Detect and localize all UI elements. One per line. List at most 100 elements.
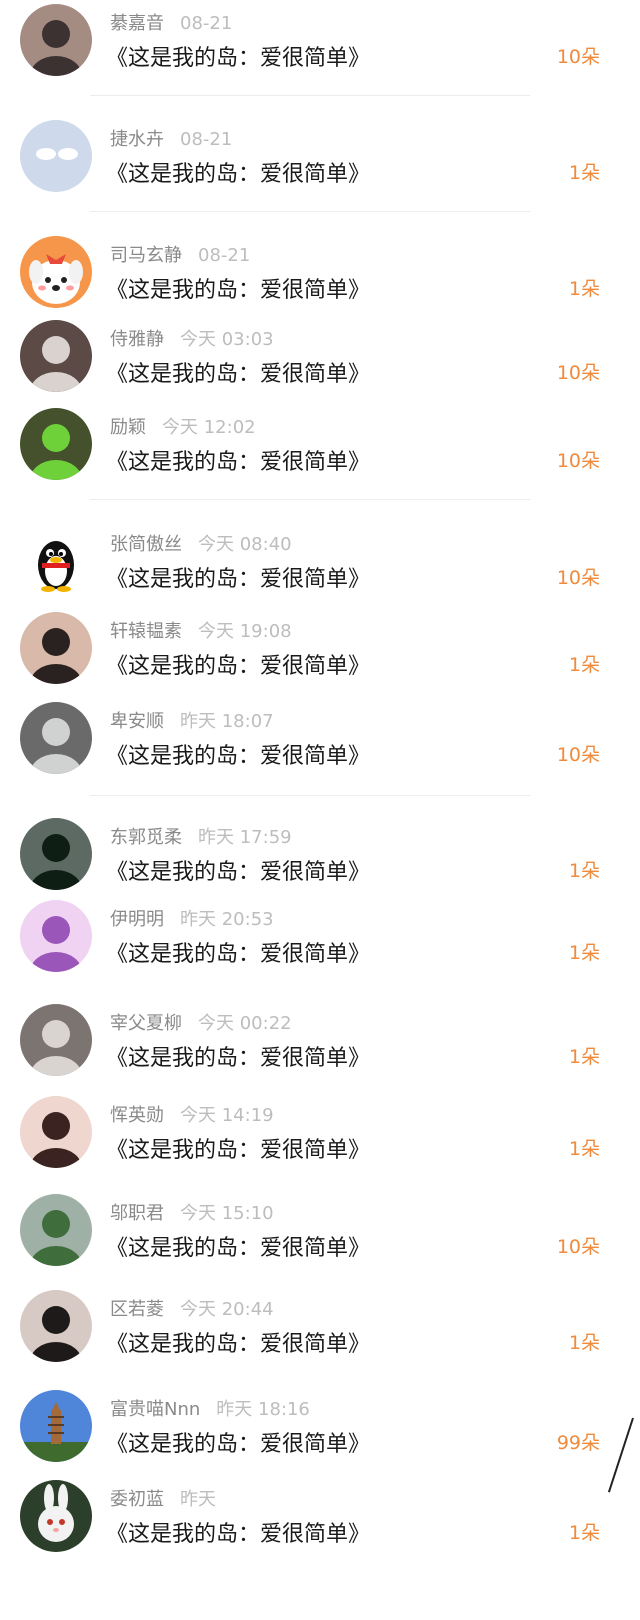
avatar[interactable] [20,236,92,308]
user-name-text: 区若菱 [110,1299,164,1320]
timestamp: 08-21 [180,129,233,150]
book-title[interactable]: 《这是我的岛：爱很简单》 [106,1132,370,1164]
avatar[interactable] [20,1290,92,1362]
avatar[interactable] [20,120,92,192]
user-name[interactable]: 委初蓝 昨天 [110,1485,216,1511]
flower-count: 1朵 [568,654,600,676]
user-name[interactable]: 富贵喵Nnn 昨天 18:16 [110,1395,310,1421]
user-name[interactable]: 侍雅静 今天 03:03 [110,325,274,351]
avatar[interactable] [20,702,92,774]
list-item[interactable]: 宰父夏柳 今天 00:22 《这是我的岛：爱很简单》 1朵 [0,1004,640,1088]
timestamp: 昨天 18:07 [180,711,274,732]
list-item[interactable]: 轩辕韫素 今天 19:08 《这是我的岛：爱很简单》 1朵 [0,612,640,696]
book-title[interactable]: 《这是我的岛：爱很简单》 [106,561,370,593]
timestamp: 昨天 18:16 [216,1399,310,1420]
book-title[interactable]: 《这是我的岛：爱很简单》 [106,936,370,968]
user-name[interactable]: 东郭觅柔 昨天 17:59 [110,823,292,849]
list-item[interactable]: 励颖 今天 12:02 《这是我的岛：爱很简单》 10朵 [0,408,640,492]
list-item[interactable]: 司马玄静 08-21 《这是我的岛：爱很简单》 1朵 [0,236,640,320]
timestamp: 08-21 [198,245,251,266]
book-title[interactable]: 《这是我的岛：爱很简单》 [106,1326,370,1358]
avatar[interactable] [20,900,92,972]
user-name-text: 綦嘉音 [110,13,164,34]
timestamp: 今天 14:19 [180,1105,274,1126]
flower-count: 10朵 [556,362,600,384]
flower-count: 10朵 [556,46,600,68]
user-name[interactable]: 恽英勋 今天 14:19 [110,1101,274,1127]
list-item[interactable]: 委初蓝 昨天 《这是我的岛：爱很简单》 1朵 [0,1480,640,1564]
list-item[interactable]: 綦嘉音 08-21 《这是我的岛：爱很简单》 10朵 [0,4,640,88]
book-title[interactable]: 《这是我的岛：爱很简单》 [106,1230,370,1262]
book-title[interactable]: 《这是我的岛：爱很简单》 [106,356,370,388]
user-name[interactable]: 区若菱 今天 20:44 [110,1295,274,1321]
list-item[interactable]: 恽英勋 今天 14:19 《这是我的岛：爱很简单》 1朵 [0,1096,640,1180]
list-item[interactable]: 张简傲丝 今天 08:40 《这是我的岛：爱很简单》 10朵 [0,525,640,609]
avatar[interactable] [20,818,92,890]
list-item[interactable]: 富贵喵Nnn 昨天 18:16 《这是我的岛：爱很简单》 99朵 [0,1390,640,1474]
timestamp: 今天 00:22 [198,1013,292,1034]
list-item[interactable]: 邬职君 今天 15:10 《这是我的岛：爱很简单》 10朵 [0,1194,640,1278]
flower-count: 10朵 [556,567,600,589]
flower-count: 1朵 [568,162,600,184]
list-item[interactable]: 伊明明 昨天 20:53 《这是我的岛：爱很简单》 1朵 [0,900,640,984]
flower-count: 10朵 [556,1236,600,1258]
user-name[interactable]: 宰父夏柳 今天 00:22 [110,1009,292,1035]
user-name-text: 伊明明 [110,909,164,930]
avatar[interactable] [20,612,92,684]
user-name[interactable]: 张简傲丝 今天 08:40 [110,530,292,556]
user-name-text: 委初蓝 [110,1489,164,1510]
user-name-text: 邬职君 [110,1203,164,1224]
book-title[interactable]: 《这是我的岛：爱很简单》 [106,854,370,886]
book-title[interactable]: 《这是我的岛：爱很简单》 [106,444,370,476]
avatar[interactable] [20,408,92,480]
list-item[interactable]: 捷水卉 08-21 《这是我的岛：爱很简单》 1朵 [0,120,640,204]
timestamp: 今天 03:03 [180,329,274,350]
divider [90,95,530,96]
flower-count: 99朵 [556,1432,600,1454]
avatar[interactable] [20,1004,92,1076]
user-name-text: 侍雅静 [110,329,164,350]
list-item[interactable]: 区若菱 今天 20:44 《这是我的岛：爱很简单》 1朵 [0,1290,640,1374]
flower-count: 1朵 [568,942,600,964]
user-name[interactable]: 伊明明 昨天 20:53 [110,905,274,931]
book-title[interactable]: 《这是我的岛：爱很简单》 [106,1426,370,1458]
avatar[interactable] [20,1096,92,1168]
flower-count: 10朵 [556,450,600,472]
user-name[interactable]: 邬职君 今天 15:10 [110,1199,274,1225]
user-name-text: 卑安顺 [110,711,164,732]
book-title[interactable]: 《这是我的岛：爱很简单》 [106,738,370,770]
avatar[interactable] [20,1194,92,1266]
user-name[interactable]: 励颖 今天 12:02 [110,413,256,439]
book-title[interactable]: 《这是我的岛：爱很简单》 [106,272,370,304]
avatar[interactable] [20,525,92,597]
book-title[interactable]: 《这是我的岛：爱很简单》 [106,156,370,188]
user-name-text: 轩辕韫素 [110,621,182,642]
avatar[interactable] [20,4,92,76]
user-name-text: 恽英勋 [110,1105,164,1126]
user-name-text: 张简傲丝 [110,534,182,555]
user-name[interactable]: 轩辕韫素 今天 19:08 [110,617,292,643]
avatar[interactable] [20,1480,92,1552]
user-name[interactable]: 捷水卉 08-21 [110,125,232,151]
list-item[interactable]: 东郭觅柔 昨天 17:59 《这是我的岛：爱很简单》 1朵 [0,818,640,902]
user-name-text: 司马玄静 [110,245,182,266]
timestamp: 今天 19:08 [198,621,292,642]
timestamp: 昨天 [180,1489,216,1510]
user-name[interactable]: 卑安顺 昨天 18:07 [110,707,274,733]
divider [90,499,530,500]
avatar[interactable] [20,1390,92,1462]
user-name[interactable]: 綦嘉音 08-21 [110,9,232,35]
user-name[interactable]: 司马玄静 08-21 [110,241,250,267]
book-title[interactable]: 《这是我的岛：爱很简单》 [106,1040,370,1072]
list-item[interactable]: 侍雅静 今天 03:03 《这是我的岛：爱很简单》 10朵 [0,320,640,404]
book-title[interactable]: 《这是我的岛：爱很简单》 [106,40,370,72]
user-name-text: 富贵喵Nnn [110,1399,201,1420]
flower-count: 10朵 [556,744,600,766]
user-name-text: 捷水卉 [110,129,164,150]
book-title[interactable]: 《这是我的岛：爱很简单》 [106,1516,370,1548]
flower-count: 1朵 [568,1138,600,1160]
avatar[interactable] [20,320,92,392]
book-title[interactable]: 《这是我的岛：爱很简单》 [106,648,370,680]
flower-count: 1朵 [568,278,600,300]
list-item[interactable]: 卑安顺 昨天 18:07 《这是我的岛：爱很简单》 10朵 [0,702,640,786]
